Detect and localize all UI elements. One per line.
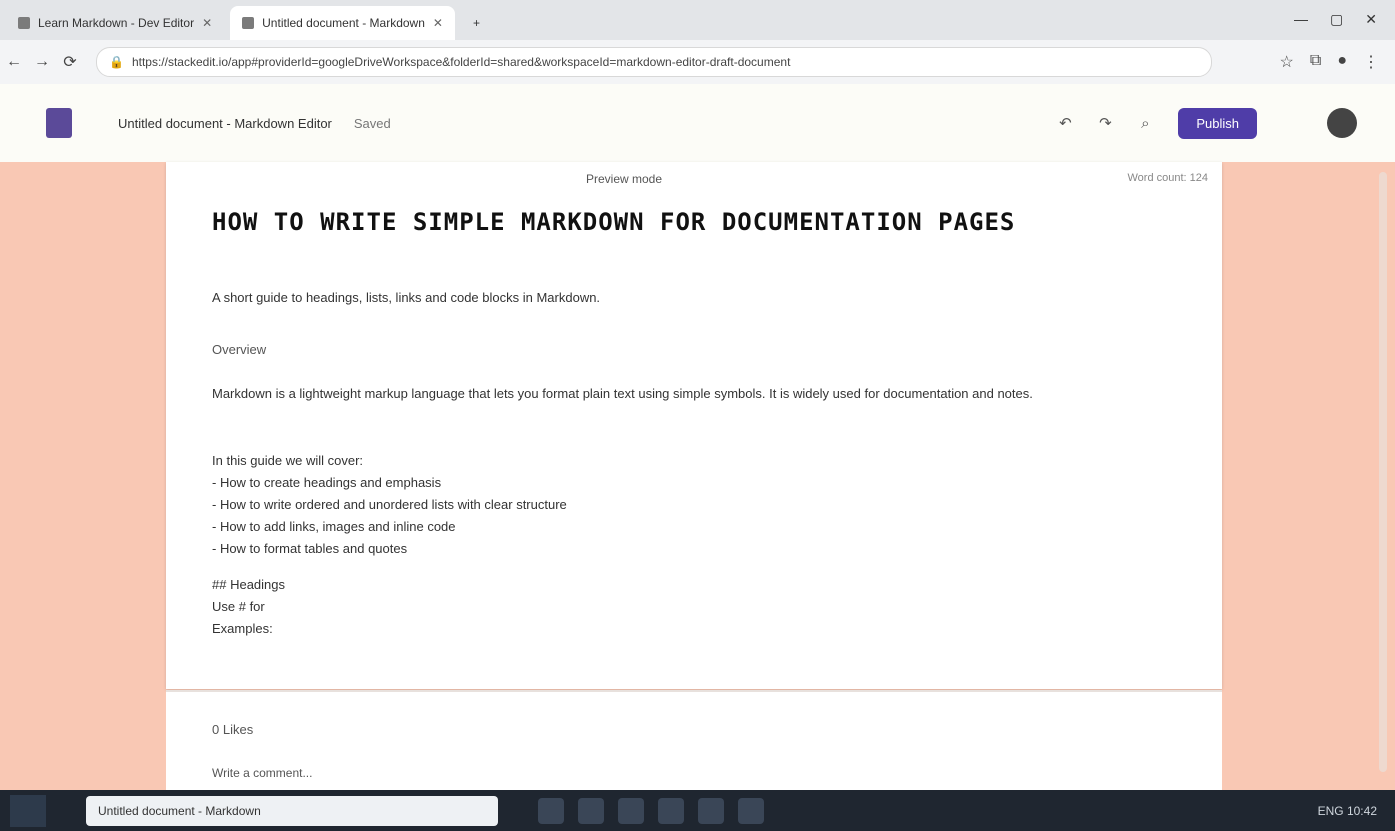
app-header: Untitled document - Markdown Editor Save… xyxy=(0,84,1395,162)
new-tab-button[interactable]: + xyxy=(461,6,492,40)
taskbar-active-window[interactable]: Untitled document - Markdown xyxy=(86,795,498,826)
tab-close-icon[interactable]: ✕ xyxy=(433,16,443,30)
tab-title: Untitled document - Markdown xyxy=(262,16,425,30)
list-item: - How to write ordered and unordered lis… xyxy=(212,497,567,512)
browser-tab-1[interactable]: Learn Markdown - Dev Editor ✕ xyxy=(6,6,224,40)
tail-line: Use # for xyxy=(212,599,265,614)
redo-icon[interactable]: ↷ xyxy=(1092,110,1118,136)
intro-paragraph: Markdown is a lightweight markup languag… xyxy=(212,386,1033,401)
section-label: Overview xyxy=(212,342,267,357)
comment-area: 0 Likes Write a comment... xyxy=(166,690,1222,792)
document-icon[interactable] xyxy=(46,108,72,138)
scrollbar[interactable] xyxy=(1379,172,1387,772)
comment-input[interactable]: Write a comment... xyxy=(212,766,312,780)
workspace: Preview mode Word count: 124 HOW TO WRIT… xyxy=(0,162,1395,792)
list-block: In this guide we will cover: - How to cr… xyxy=(212,450,567,560)
editor-page[interactable]: Preview mode Word count: 124 HOW TO WRIT… xyxy=(166,162,1222,689)
tail-block: ## Headings Use # for Examples: xyxy=(212,574,285,640)
maximize-button[interactable]: ▢ xyxy=(1330,11,1343,28)
system-tray: ENG 10:42 xyxy=(1318,804,1395,818)
tail-line: ## Headings xyxy=(212,577,285,592)
avatar[interactable] xyxy=(1327,108,1357,138)
browser-toolbar-icons: ☆ ⧉ ● ⋮ xyxy=(1280,52,1395,72)
like-count[interactable]: 0 Likes xyxy=(212,722,253,737)
browser-toolbar: ← → ⟳ 🔒 https://stackedit.io/app#provide… xyxy=(0,40,1395,85)
address-text: https://stackedit.io/app#providerId=goog… xyxy=(131,55,791,69)
taskbar-window-label: Untitled document - Markdown xyxy=(98,803,261,818)
start-button[interactable] xyxy=(10,794,46,827)
tray-text: ENG 10:42 xyxy=(1317,803,1377,818)
browser-tab-2[interactable]: Untitled document - Markdown ✕ xyxy=(230,6,455,40)
app-icon[interactable] xyxy=(738,797,764,824)
lock-icon: 🔒 xyxy=(109,55,124,69)
search-icon[interactable]: ⌕ xyxy=(1132,110,1158,136)
os-taskbar: Untitled document - Markdown ENG 10:42 xyxy=(0,790,1395,831)
tab-title: Learn Markdown - Dev Editor xyxy=(38,16,195,30)
app-icon[interactable] xyxy=(538,797,564,824)
app-icon[interactable] xyxy=(618,797,644,824)
header-actions: ↶ ↷ ⌕ Publish xyxy=(1052,84,1395,162)
app-icon[interactable] xyxy=(698,797,724,824)
menu-icon[interactable]: ⋮ xyxy=(1363,52,1379,72)
document-title[interactable]: Untitled document - Markdown Editor xyxy=(118,116,332,131)
preview-status: Preview mode xyxy=(586,172,663,186)
document-subtitle: A short guide to headings, lists, links … xyxy=(212,290,601,305)
close-window-button[interactable]: ✕ xyxy=(1365,11,1377,28)
star-icon[interactable]: ☆ xyxy=(1280,52,1294,72)
window-controls: — ▢ ✕ xyxy=(1276,11,1395,40)
word-count: Word count: 124 xyxy=(1127,172,1208,184)
extensions-icon[interactable]: ⧉ xyxy=(1310,52,1321,72)
tab-favicon-icon xyxy=(242,17,255,29)
profile-icon[interactable]: ● xyxy=(1337,52,1347,72)
minimize-button[interactable]: — xyxy=(1294,11,1308,28)
save-status: Saved xyxy=(353,115,391,131)
forward-icon[interactable]: → xyxy=(28,53,56,71)
app-icon[interactable] xyxy=(578,797,604,824)
undo-icon[interactable]: ↶ xyxy=(1052,110,1078,136)
list-intro: In this guide we will cover: xyxy=(212,453,364,468)
tab-favicon-icon xyxy=(18,17,30,29)
list-item: - How to create headings and emphasis xyxy=(212,475,442,490)
list-item: - How to add links, images and inline co… xyxy=(212,519,456,534)
tab-close-icon[interactable]: ✕ xyxy=(202,16,212,30)
reload-icon[interactable]: ⟳ xyxy=(56,52,84,72)
document-heading: HOW TO WRITE SIMPLE MARKDOWN FOR DOCUMEN… xyxy=(212,208,1016,236)
app-icon[interactable] xyxy=(658,797,684,824)
address-bar[interactable]: 🔒 https://stackedit.io/app#providerId=go… xyxy=(96,47,1212,77)
list-item: - How to format tables and quotes xyxy=(212,541,408,556)
taskbar-icons xyxy=(538,797,764,824)
tail-line: Examples: xyxy=(212,621,273,636)
back-icon[interactable]: ← xyxy=(0,53,28,71)
publish-button[interactable]: Publish xyxy=(1178,107,1257,139)
browser-tabbar: Learn Markdown - Dev Editor ✕ Untitled d… xyxy=(0,0,1395,40)
